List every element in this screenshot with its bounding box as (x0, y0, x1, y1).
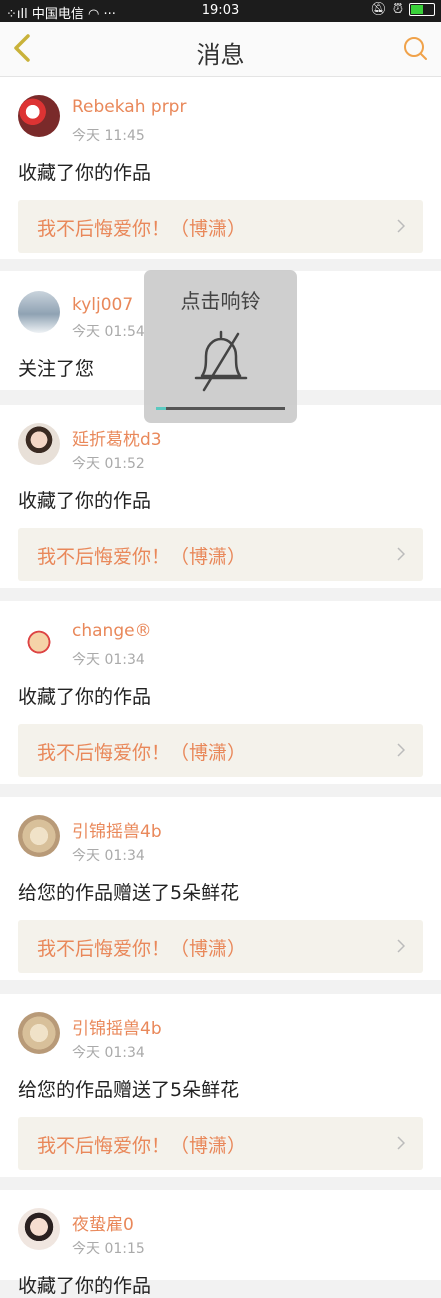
bell-muted-icon (194, 330, 248, 392)
work-title: 我不后悔爱你！（博潇） (37, 546, 247, 568)
ringer-toast: 点击响铃 (144, 270, 297, 423)
message-time: 今天 01:34 (72, 848, 145, 864)
status-right: 🔕︎ ⏰︎ (370, 2, 435, 17)
message-text: 给您的作品赠送了5朵鲜花 (18, 882, 240, 904)
chevron-right-icon (397, 1136, 405, 1150)
search-icon[interactable] (401, 34, 431, 64)
work-title: 我不后悔爱你！（博潇） (37, 218, 247, 240)
chevron-right-icon (397, 939, 405, 953)
avatar[interactable] (18, 95, 60, 137)
username[interactable]: 延折葛枕d3 (72, 425, 162, 450)
username[interactable]: change® (72, 621, 152, 641)
work-title: 我不后悔爱你！（博潇） (37, 938, 247, 960)
message-text: 收藏了你的作品 (18, 162, 152, 184)
work-link[interactable]: 我不后悔爱你！（博潇） (18, 200, 423, 253)
mute-icon: 🔕︎ (370, 2, 387, 17)
work-title: 我不后悔爱你！（博潇） (37, 742, 247, 764)
message-item: 引锦摇兽4b 今天 01:34 给您的作品赠送了5朵鲜花 我不后悔爱你！（博潇） (0, 994, 441, 1177)
battery-icon (409, 3, 435, 16)
message-text: 关注了您 (18, 358, 95, 380)
message-time: 今天 11:45 (72, 128, 145, 144)
chevron-right-icon (397, 219, 405, 233)
avatar[interactable] (18, 1208, 60, 1250)
volume-bar (156, 407, 285, 410)
avatar[interactable] (18, 1012, 60, 1054)
avatar[interactable] (18, 815, 60, 857)
username[interactable]: 夜蛰雇0 (72, 1210, 134, 1235)
chevron-right-icon (397, 743, 405, 757)
toast-title: 点击响铃 (180, 289, 261, 313)
message-item: 引锦摇兽4b 今天 01:34 给您的作品赠送了5朵鲜花 我不后悔爱你！（博潇） (0, 797, 441, 980)
message-time: 今天 01:34 (72, 652, 145, 668)
message-time: 今天 01:52 (72, 456, 145, 472)
work-link[interactable]: 我不后悔爱你！（博潇） (18, 528, 423, 581)
message-item: change® 今天 01:34 收藏了你的作品 我不后悔爱你！（博潇） (0, 601, 441, 784)
work-title: 我不后悔爱你！（博潇） (37, 1135, 247, 1157)
volume-fill (156, 407, 167, 410)
chevron-right-icon (397, 547, 405, 561)
status-bar: ⁘ıll 中国电信 ◠ ··· 19:03 🔕︎ ⏰︎ (0, 0, 441, 22)
avatar[interactable] (18, 619, 60, 661)
message-time: 今天 01:34 (72, 1045, 145, 1061)
nav-bar: 消息 (0, 22, 441, 77)
message-time: 今天 01:54 (72, 324, 145, 340)
message-item: 延折葛枕d3 今天 01:52 收藏了你的作品 我不后悔爱你！（博潇） (0, 405, 441, 588)
alarm-icon: ⏰︎ (392, 2, 403, 17)
page-title: 消息 (196, 41, 245, 69)
avatar[interactable] (18, 423, 60, 465)
message-text: 收藏了你的作品 (18, 490, 152, 512)
username[interactable]: 引锦摇兽4b (72, 817, 162, 842)
username[interactable]: 引锦摇兽4b (72, 1014, 162, 1039)
work-link[interactable]: 我不后悔爱你！（博潇） (18, 724, 423, 777)
message-item: 夜蛰雇0 今天 01:15 收藏了你的作品 (0, 1190, 441, 1297)
username[interactable]: kylj007 (72, 295, 133, 315)
message-text: 给您的作品赠送了5朵鲜花 (18, 1079, 240, 1101)
username[interactable]: Rebekah prpr (72, 97, 186, 117)
avatar[interactable] (18, 291, 60, 333)
work-link[interactable]: 我不后悔爱你！（博潇） (18, 920, 423, 973)
message-text: 收藏了你的作品 (18, 1275, 152, 1297)
message-item: Rebekah prpr 今天 11:45 收藏了你的作品 我不后悔爱你！（博潇… (0, 77, 441, 259)
work-link[interactable]: 我不后悔爱你！（博潇） (18, 1117, 423, 1170)
message-text: 收藏了你的作品 (18, 686, 152, 708)
message-time: 今天 01:15 (72, 1241, 145, 1257)
